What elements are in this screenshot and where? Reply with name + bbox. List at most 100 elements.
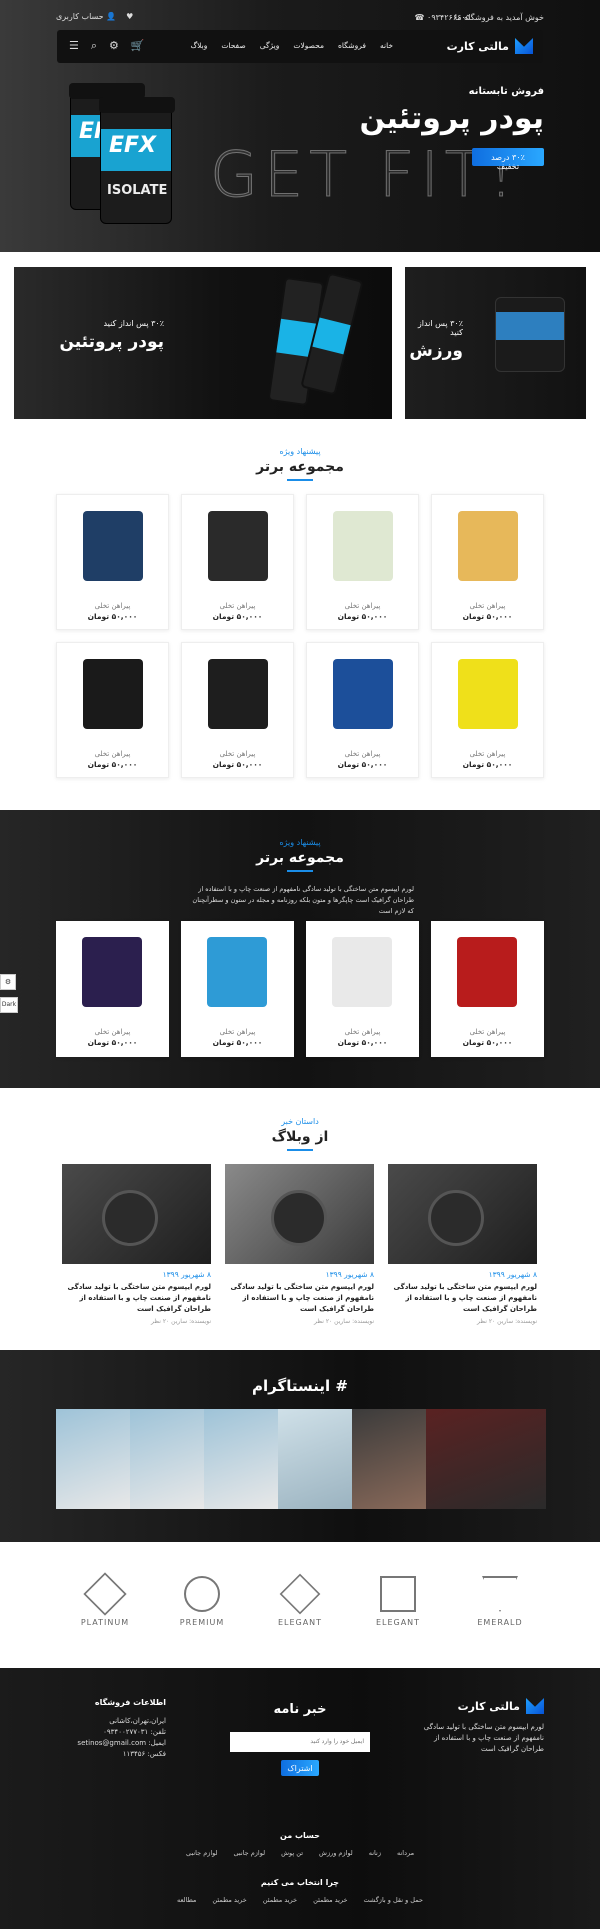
product-name: پیراهن تخلی — [94, 750, 131, 758]
why-us-title: چرا انتخاب می کنیم — [260, 1878, 340, 1887]
footer-logo[interactable]: مالتی کارت — [458, 1698, 544, 1714]
menu-icon[interactable]: ☰ — [69, 39, 79, 53]
blog-post-image[interactable] — [62, 1164, 211, 1264]
dark-mode-tab[interactable]: Dark — [0, 997, 18, 1013]
footer-link[interactable]: لوازم جانبی — [234, 1849, 266, 1857]
menu-shop[interactable]: فروشگاه — [338, 41, 366, 50]
brand-logo: ELEGANT — [265, 1573, 335, 1627]
blog-post-date: ۸ شهریور ۱۳۹۹ — [325, 1270, 374, 1279]
footer-link[interactable]: مطالعه — [177, 1896, 196, 1904]
product-price: ۵۰,۰۰۰ تومان — [337, 1038, 388, 1047]
hero-text: فروش تابستانه پودر پروتئین — [359, 86, 544, 136]
product-name: پیراهن تخلی — [344, 750, 381, 758]
blog-post[interactable]: ۸ شهریور ۱۳۹۹ لورم ایپسوم متن ساختگی با ت… — [225, 1164, 374, 1325]
newsletter-subscribe-button[interactable]: اشتراک — [281, 1760, 319, 1776]
product-price: ۵۰,۰۰۰ تومان — [87, 612, 138, 621]
product-card[interactable]: پیراهن تخلی ۵۰,۰۰۰ تومان — [56, 494, 169, 630]
settings-tab[interactable]: ⚙ — [0, 974, 16, 990]
footer-link[interactable]: تن پوش — [281, 1849, 303, 1857]
instagram-photo[interactable] — [278, 1409, 352, 1509]
special-heading: پیشنهاد ویژه مجموعه برتر — [0, 838, 600, 872]
footer-link[interactable]: لوازم جانبی — [186, 1849, 218, 1857]
product-price: ۵۰,۰۰۰ تومان — [212, 760, 263, 769]
site-logo[interactable]: مالتی کارت — [447, 38, 533, 54]
brand-logo: EMERALD — [465, 1576, 535, 1627]
blog-post[interactable]: ۸ شهریور ۱۳۹۹ لورم ایپسوم متن ساختگی با ت… — [388, 1164, 537, 1325]
instagram-photo[interactable] — [56, 1409, 130, 1509]
instagram-photo[interactable] — [130, 1409, 204, 1509]
product-image — [458, 511, 518, 581]
menu-blog[interactable]: وبلاگ — [190, 41, 207, 50]
blog-post-excerpt[interactable]: لورم ایپسوم متن ساختگی با تولید سادگی نا… — [62, 1282, 211, 1315]
product-card[interactable]: پیراهن تخلی ۵۰,۰۰۰ تومان — [306, 642, 419, 778]
hero-discount-button[interactable]: ۳۰٪ درصد تخفیف — [472, 148, 544, 171]
top-bar: خوش آمدید به فروشگاه ما ☎ ۰۹۳۴۲۶۶۶۰۵ ♥ 👤… — [0, 0, 600, 34]
cart-icon[interactable]: 🛒 — [131, 39, 145, 53]
banner-sport[interactable]: ۳۰٪ پس انداز کنید ورزش — [405, 267, 586, 419]
blog-post-excerpt[interactable]: لورم ایپسوم متن ساختگی با تولید سادگی نا… — [225, 1282, 374, 1315]
product-name: پیراهن تخلی — [219, 750, 256, 758]
product-card[interactable]: پیراهن تخلی ۵۰,۰۰۰ تومان — [306, 921, 419, 1057]
footer-link[interactable]: خرید مطمئن — [212, 1896, 246, 1904]
banner-sport-title: ورزش — [409, 341, 463, 361]
product-image — [332, 937, 392, 1007]
product-price: ۵۰,۰۰۰ تومان — [212, 612, 263, 621]
footer-link[interactable]: حمل و نقل و بازگشت — [364, 1896, 423, 1904]
gear-icon[interactable]: ⚙ — [109, 39, 119, 53]
footer-link[interactable]: مردانه — [397, 1849, 414, 1857]
product-card[interactable]: پیراهن تخلی ۵۰,۰۰۰ تومان — [181, 494, 294, 630]
search-icon[interactable]: ⌕ — [91, 39, 97, 53]
blog-post-date: ۸ شهریور ۱۳۹۹ — [488, 1270, 537, 1279]
product-name: پیراهن تخلی — [344, 602, 381, 610]
product-name: پیراهن تخلی — [219, 1028, 256, 1036]
product-card[interactable]: پیراهن تخلی ۵۰,۰۰۰ تومان — [56, 921, 169, 1057]
blog-post-meta: نویسنده: سارین ۲۰ نظر — [314, 1318, 374, 1325]
product-card[interactable]: پیراهن تخلی ۵۰,۰۰۰ تومان — [431, 494, 544, 630]
menu-features[interactable]: ویژگی — [260, 41, 280, 50]
newsletter-email-input[interactable] — [230, 1732, 370, 1752]
product-tub-banner — [495, 297, 565, 372]
blog-post-image[interactable] — [388, 1164, 537, 1264]
product-price: ۵۰,۰۰۰ تومان — [462, 760, 513, 769]
hero-title: پودر پروتئین — [359, 101, 544, 136]
footer-link[interactable]: لوازم ورزش — [319, 1849, 353, 1857]
account-link[interactable]: 👤 حساب کاربری — [56, 12, 116, 21]
footer-link[interactable]: زنانه — [369, 1849, 381, 1857]
blog-post[interactable]: ۸ شهریور ۱۳۹۹ لورم ایپسوم متن ساختگی با ت… — [62, 1164, 211, 1325]
product-price: ۵۰,۰۰۰ تومان — [87, 760, 138, 769]
main-nav: مالتی کارت خانه فروشگاه محصولات ویژگی صف… — [57, 30, 543, 63]
hero-section: GET FIT! خوش آمدید به فروشگاه ما ☎ ۰۹۳۴۲… — [0, 0, 600, 252]
heart-icon[interactable]: ♥ — [126, 12, 133, 21]
store-info-line: فکس: ۱۱۳۴۵۶ — [122, 1750, 166, 1758]
product-image — [208, 659, 268, 729]
banner-protein-small: ۳۰٪ پس انداز کنید — [103, 319, 164, 328]
banner-protein[interactable]: ۳۰٪ پس انداز کنید پودر پروتئین — [14, 267, 392, 419]
instagram-photo[interactable] — [204, 1409, 278, 1509]
menu-products[interactable]: محصولات — [293, 41, 324, 50]
blog-heading: داستان خبر از وبلاگ — [0, 1117, 600, 1151]
blog-post-excerpt[interactable]: لورم ایپسوم متن ساختگی با تولید سادگی نا… — [388, 1282, 537, 1315]
product-price: ۵۰,۰۰۰ تومان — [462, 1038, 513, 1047]
product-tub-front: EFX ISOLATE — [99, 97, 175, 224]
product-image — [208, 511, 268, 581]
product-price: ۵۰,۰۰۰ تومان — [87, 1038, 138, 1047]
footer-link[interactable]: خرید مطمئن — [313, 1896, 347, 1904]
instagram-photo[interactable] — [352, 1409, 426, 1509]
menu-pages[interactable]: صفحات — [221, 41, 245, 50]
product-card[interactable]: پیراهن تخلی ۵۰,۰۰۰ تومان — [431, 921, 544, 1057]
instagram-photo[interactable] — [426, 1409, 546, 1509]
instagram-title: # اینستاگرام — [252, 1377, 348, 1395]
blog-post-image[interactable] — [225, 1164, 374, 1264]
why-us-links: حمل و نقل و بازگشت خرید مطمئن خرید مطمئن… — [0, 1896, 600, 1904]
product-card[interactable]: پیراهن تخلی ۵۰,۰۰۰ تومان — [181, 642, 294, 778]
footer-link[interactable]: خرید مطمئن — [263, 1896, 297, 1904]
my-account-title: حساب من — [280, 1831, 320, 1840]
product-card[interactable]: پیراهن تخلی ۵۰,۰۰۰ تومان — [181, 921, 294, 1057]
product-card[interactable]: پیراهن تخلی ۵۰,۰۰۰ تومان — [431, 642, 544, 778]
product-card[interactable]: پیراهن تخلی ۵۰,۰۰۰ تومان — [56, 642, 169, 778]
product-card[interactable]: پیراهن تخلی ۵۰,۰۰۰ تومان — [306, 494, 419, 630]
store-info-line: ایمیل: setinos@gmail.com — [77, 1739, 166, 1747]
footer-about: لورم ایپسوم متن ساختگی با تولید سادگی نا… — [423, 1723, 544, 1753]
hero-subtitle: فروش تابستانه — [468, 86, 544, 97]
menu-home[interactable]: خانه — [380, 41, 393, 50]
